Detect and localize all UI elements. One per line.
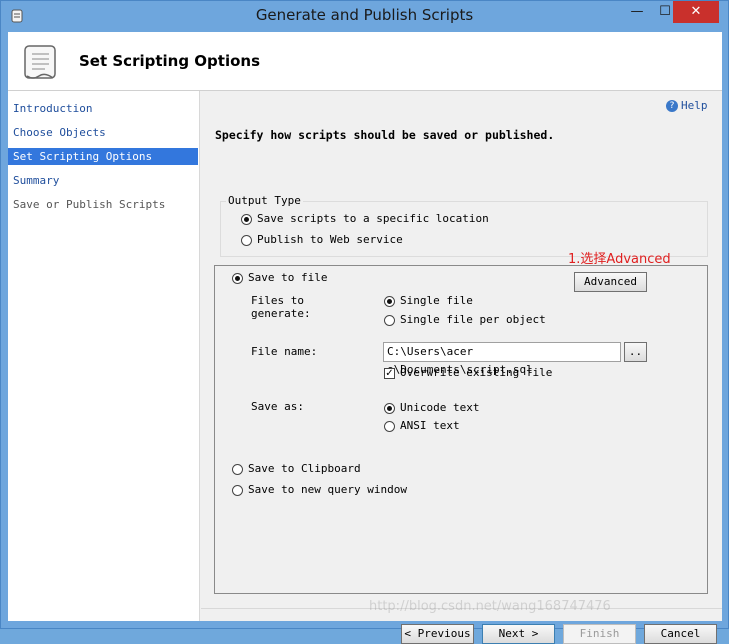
- nav-item-introduction[interactable]: Introduction: [8, 100, 198, 117]
- radio-single-file-per-object[interactable]: Single file per object: [384, 313, 546, 326]
- radio-label: Save to file: [248, 271, 328, 284]
- save-as-label: Save as:: [251, 400, 304, 413]
- radio-indicator: [384, 402, 395, 414]
- radio-label: ANSI text: [400, 419, 460, 432]
- label-line-1: Files to: [251, 294, 304, 307]
- files-to-generate-label-2: generate:: [251, 307, 311, 320]
- nav-item-set-scripting-options[interactable]: Set Scripting Options: [8, 148, 198, 165]
- radio-unicode-text[interactable]: Unicode text: [384, 401, 479, 414]
- radio-indicator: [384, 295, 395, 307]
- advanced-button[interactable]: Advanced: [574, 272, 647, 292]
- radio-label: Publish to Web service: [257, 233, 403, 246]
- nav-item-choose-objects[interactable]: Choose Objects: [8, 124, 198, 141]
- radio-ansi-text[interactable]: ANSI text: [384, 419, 460, 432]
- help-label: Help: [681, 99, 708, 112]
- wizard-nav: Introduction Choose Objects Set Scriptin…: [8, 91, 200, 621]
- radio-label: Single file per object: [400, 313, 546, 326]
- content-panel: ? Help Specify how scripts should be save…: [201, 91, 722, 644]
- next-button[interactable]: Next >: [482, 624, 555, 644]
- radio-label: Save to Clipboard: [248, 462, 361, 475]
- wizard-header: Set Scripting Options: [8, 32, 722, 91]
- cancel-button[interactable]: Cancel: [644, 624, 717, 644]
- radio-label: Save scripts to a specific location: [257, 212, 489, 225]
- finish-button: Finish: [563, 624, 636, 644]
- radio-indicator: [232, 463, 243, 475]
- close-button[interactable]: ✕: [673, 1, 719, 23]
- radio-indicator: [241, 234, 252, 246]
- minimize-button[interactable]: —: [623, 1, 651, 23]
- help-link[interactable]: ? Help: [666, 99, 708, 112]
- radio-publish-web-service[interactable]: Publish to Web service: [241, 233, 403, 246]
- radio-indicator: [241, 213, 252, 225]
- nav-item-summary[interactable]: Summary: [8, 172, 198, 189]
- radio-label: Save to new query window: [248, 483, 407, 496]
- client-area: Set Scripting Options Introduction Choos…: [8, 32, 722, 644]
- nav-item-save-or-publish: Save or Publish Scripts: [13, 198, 166, 211]
- script-scroll-icon: [24, 45, 56, 79]
- radio-label: Unicode text: [400, 401, 480, 414]
- previous-button[interactable]: < Previous: [401, 624, 474, 644]
- window-title: Generate and Publish Scripts: [255, 6, 474, 24]
- title-bar[interactable]: Generate and Publish Scripts — ☐ ✕: [1, 1, 728, 31]
- instruction-text: Specify how scripts should be saved or p…: [215, 128, 555, 142]
- watermark-text: http://blog.csdn.net/wang168747476: [369, 599, 611, 614]
- radio-label: Single file: [400, 294, 473, 307]
- radio-indicator: [384, 420, 395, 432]
- checkbox-label: Overwrite existing file: [400, 366, 553, 379]
- file-name-label: File name:: [251, 345, 318, 358]
- radio-indicator: [384, 314, 395, 326]
- page-title: Set Scripting Options: [79, 52, 261, 70]
- overwrite-checkbox[interactable]: ✓ Overwrite existing file: [384, 366, 552, 379]
- browse-button[interactable]: ..: [624, 342, 647, 362]
- radio-indicator: [232, 272, 243, 284]
- radio-save-to-query-window[interactable]: Save to new query window: [232, 483, 407, 496]
- files-to-generate-label: Files to: [251, 294, 304, 307]
- radio-save-scripts-location[interactable]: Save scripts to a specific location: [241, 212, 489, 225]
- radio-single-file[interactable]: Single file: [384, 294, 473, 307]
- file-name-input[interactable]: C:\Users\acer e\Documents\script.sql: [383, 342, 621, 376]
- radio-save-to-clipboard[interactable]: Save to Clipboard: [232, 462, 361, 475]
- radio-indicator: [232, 484, 243, 496]
- radio-save-to-file[interactable]: Save to file: [232, 271, 327, 284]
- checkbox-indicator: ✓: [384, 367, 395, 379]
- help-icon: ?: [666, 100, 678, 112]
- output-type-legend: Output Type: [226, 194, 303, 207]
- label-line-2: generate:: [251, 307, 311, 320]
- wizard-window: Generate and Publish Scripts — ☐ ✕ Set S…: [0, 0, 729, 644]
